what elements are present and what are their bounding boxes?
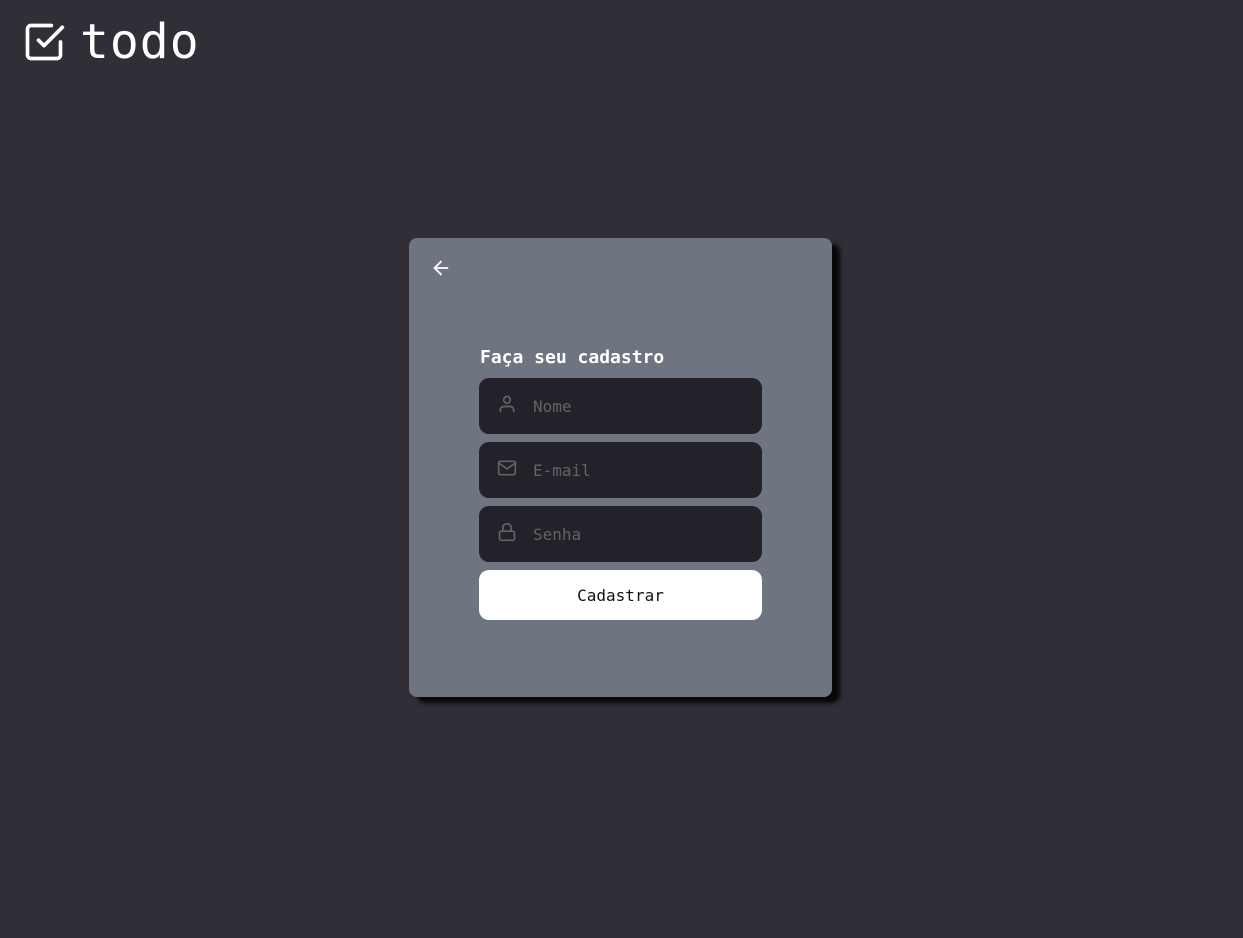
signup-card: Faça seu cadastro Nome E-mail Cadastrar xyxy=(409,238,832,697)
name-input[interactable] xyxy=(533,396,753,416)
form-title: Faça seu cadastro xyxy=(480,347,665,368)
email-field[interactable] xyxy=(479,442,762,498)
arrow-left-icon xyxy=(430,257,452,283)
brand-logo: todo xyxy=(22,18,200,66)
lock-icon xyxy=(497,522,517,546)
password-input[interactable] xyxy=(533,524,753,544)
email-input[interactable] xyxy=(533,460,753,480)
back-button[interactable] xyxy=(429,258,453,282)
signup-form: Faça seu cadastro Nome E-mail Cadastrar xyxy=(479,346,762,620)
brand-name: todo xyxy=(80,14,200,70)
check-square-icon xyxy=(22,20,66,64)
mail-icon xyxy=(497,458,517,482)
submit-button[interactable]: Cadastrar xyxy=(479,570,762,620)
password-field[interactable] xyxy=(479,506,762,562)
user-icon xyxy=(497,394,517,418)
name-field[interactable] xyxy=(479,378,762,434)
